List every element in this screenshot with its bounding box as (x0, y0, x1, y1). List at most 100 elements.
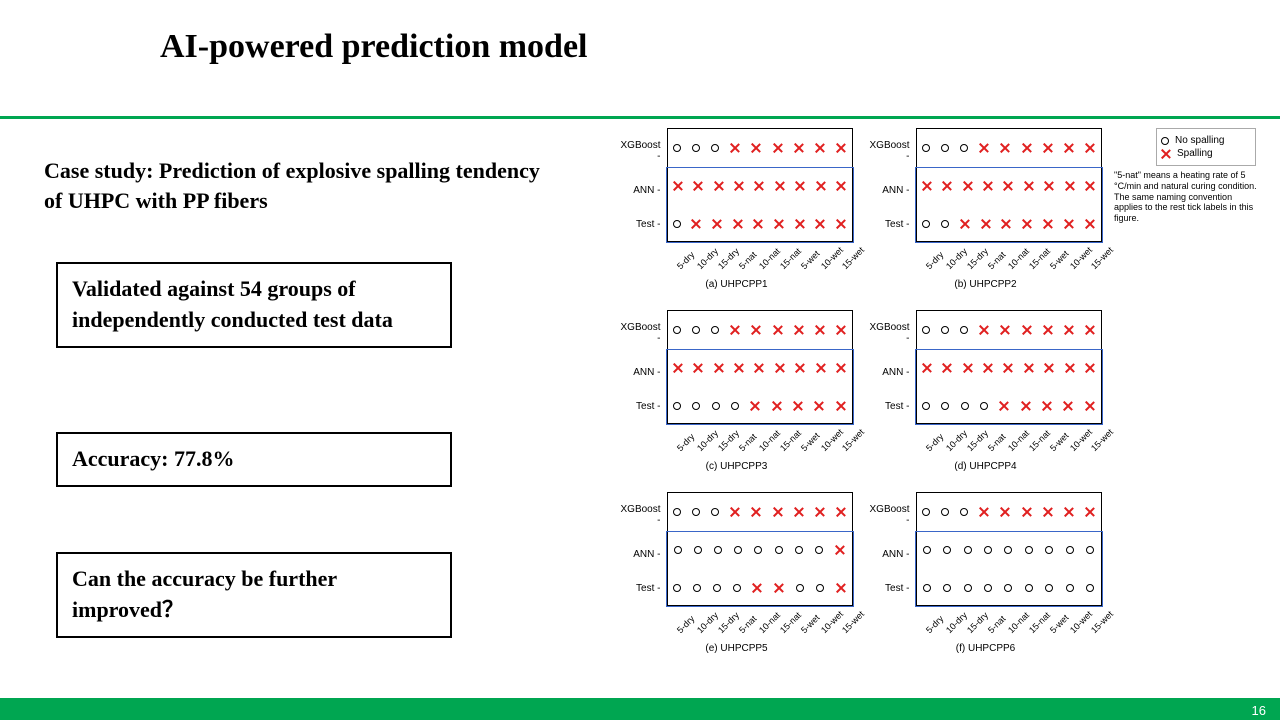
x-tick-label: 10-dry (695, 439, 709, 453)
x-icon (693, 363, 703, 373)
x-tick-label: 10-wet (819, 621, 833, 635)
x-icon (1043, 325, 1053, 335)
panel-caption: (f) UHPCPP6 (956, 643, 1015, 654)
circle-icon (941, 220, 949, 228)
x-icon (983, 363, 993, 373)
x-tick-label: 5-nat (986, 439, 1000, 453)
x-icon (774, 219, 784, 229)
x-icon (673, 181, 683, 191)
x-tick-label: 15-wet (840, 621, 854, 635)
x-tick-label: 10-wet (1068, 257, 1082, 271)
circle-icon (984, 584, 992, 592)
x-tick-label: 10-wet (819, 257, 833, 271)
circle-icon (1025, 546, 1033, 554)
x-tick-label: 5-nat (737, 257, 751, 271)
circle-icon (796, 584, 804, 592)
circle-icon (923, 546, 931, 554)
circle-icon (984, 546, 992, 554)
x-icon (773, 143, 783, 153)
chart-panel-d: XGBoost -ANN -Test -5-dry10-dry15-dry5-n… (869, 310, 1102, 472)
circle-icon (980, 402, 988, 410)
x-tick-label: 15-nat (778, 257, 792, 271)
circle-icon (1045, 584, 1053, 592)
y-row-label: XGBoost - (621, 504, 661, 526)
circle-icon (964, 546, 972, 554)
x-tick-label: 5-dry (924, 257, 938, 271)
x-icon (1000, 143, 1010, 153)
x-icon (772, 401, 782, 411)
x-icon (714, 363, 724, 373)
x-tick-label: 15-dry (716, 257, 730, 271)
x-icon (1085, 401, 1095, 411)
x-icon (836, 181, 846, 191)
x-icon (979, 143, 989, 153)
x-tick-label: 15-dry (716, 621, 730, 635)
x-icon (753, 219, 763, 229)
x-icon (754, 363, 764, 373)
x-tick-label: 15-nat (1027, 257, 1041, 271)
x-tick-label: 10-dry (695, 257, 709, 271)
x-tick-label: 5-dry (675, 621, 689, 635)
panel-caption: (a) UHPCPP1 (705, 279, 767, 290)
circle-icon (775, 546, 783, 554)
x-icon (775, 363, 785, 373)
y-row-label: Test - (870, 583, 910, 594)
legend-spalling: Spalling (1177, 148, 1213, 159)
x-icon (1022, 507, 1032, 517)
circle-icon (922, 326, 930, 334)
x-icon (979, 507, 989, 517)
x-icon (1021, 401, 1031, 411)
x-tick-label: 15-wet (1089, 439, 1103, 453)
x-icon (1085, 363, 1095, 373)
x-icon (691, 219, 701, 229)
circle-icon (941, 144, 949, 152)
x-icon (795, 181, 805, 191)
circle-icon (1086, 546, 1094, 554)
x-icon (816, 181, 826, 191)
x-icon (730, 325, 740, 335)
x-tick-label: 15-dry (965, 621, 979, 635)
x-icon (1085, 325, 1095, 335)
x-tick-label: 15-wet (1089, 621, 1103, 635)
y-row-label: XGBoost - (870, 140, 910, 162)
x-icon (734, 363, 744, 373)
x-icon (1161, 149, 1171, 159)
x-tick-label: 5-wet (799, 621, 813, 635)
circle-icon (1086, 584, 1094, 592)
x-icon (734, 181, 744, 191)
x-icon (963, 363, 973, 373)
x-tick-label: 5-dry (675, 439, 689, 453)
y-row-label: Test - (621, 583, 661, 594)
x-icon (774, 583, 784, 593)
y-row-label: XGBoost - (870, 322, 910, 344)
circle-icon (1161, 137, 1169, 145)
x-tick-label: 15-wet (1089, 257, 1103, 271)
x-icon (1022, 219, 1032, 229)
x-icon (815, 219, 825, 229)
x-icon (751, 507, 761, 517)
x-icon (816, 363, 826, 373)
x-icon (1043, 507, 1053, 517)
circle-icon (922, 144, 930, 152)
x-icon (815, 507, 825, 517)
circle-icon (711, 508, 719, 516)
x-tick-label: 10-nat (757, 439, 771, 453)
circle-icon (1045, 546, 1053, 554)
x-tick-label: 5-wet (1048, 621, 1062, 635)
x-icon (1022, 143, 1032, 153)
divider (0, 116, 1280, 119)
x-icon (1000, 325, 1010, 335)
x-icon (963, 181, 973, 191)
circle-icon (1066, 546, 1074, 554)
x-tick-label: 15-wet (840, 439, 854, 453)
y-row-label: Test - (621, 219, 661, 230)
x-tick-label: 15-dry (716, 439, 730, 453)
circle-icon (941, 508, 949, 516)
circle-icon (692, 144, 700, 152)
y-row-label: ANN - (621, 549, 661, 560)
y-row-label: XGBoost - (621, 322, 661, 344)
x-icon (1064, 325, 1074, 335)
circle-icon (960, 508, 968, 516)
chart-note: "5-nat" means a heating rate of 5 °C/min… (1114, 170, 1258, 224)
x-icon (981, 219, 991, 229)
